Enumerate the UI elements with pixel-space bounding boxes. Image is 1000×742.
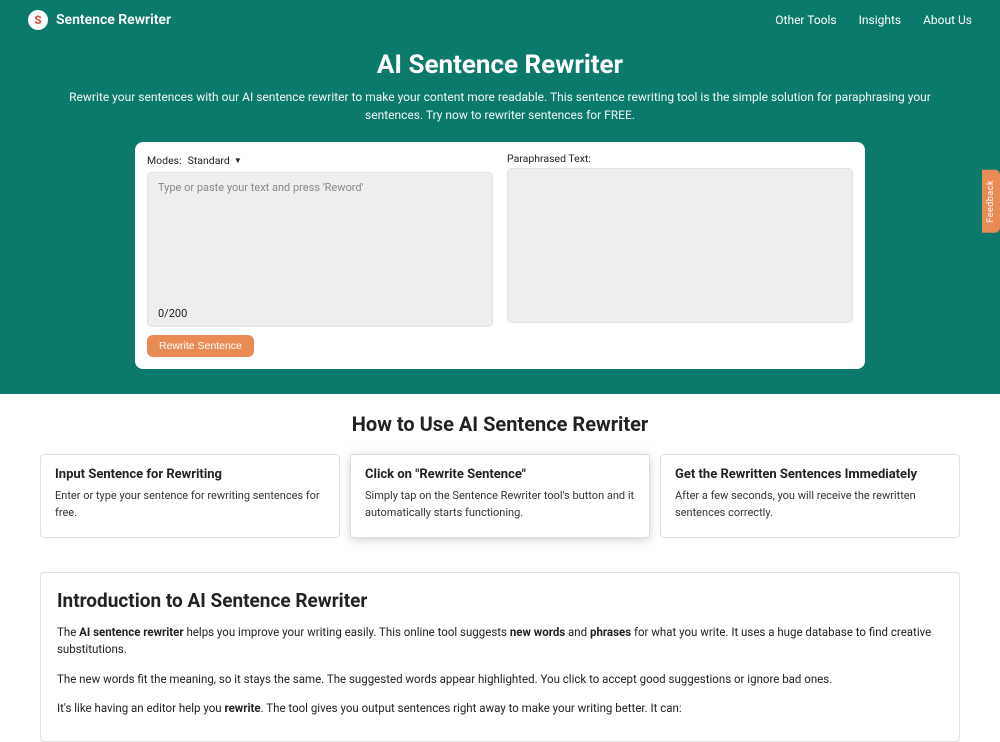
howto-card-2: Click on "Rewrite Sentence" Simply tap o… xyxy=(350,454,650,538)
word-count: 0/200 xyxy=(158,307,187,320)
brand-logo-icon: S xyxy=(28,10,48,30)
hero-section: S Sentence Rewriter Other Tools Insights… xyxy=(0,0,1000,394)
topbar: S Sentence Rewriter Other Tools Insights… xyxy=(0,0,1000,40)
brand[interactable]: S Sentence Rewriter xyxy=(28,10,171,30)
howto-card-body: Enter or type your sentence for rewritin… xyxy=(55,488,325,521)
feedback-tab[interactable]: Feedback xyxy=(982,170,1000,233)
intro-p1: The AI sentence rewriter helps you impro… xyxy=(57,624,943,659)
howto-card-heading: Get the Rewritten Sentences Immediately xyxy=(675,467,945,482)
modes-row: Modes: Standard ▼ xyxy=(147,152,493,168)
howto-card-body: After a few seconds, you will receive th… xyxy=(675,488,945,521)
intro-heading: Introduction to AI Sentence Rewriter xyxy=(57,589,943,612)
howto-title: How to Use AI Sentence Rewriter xyxy=(40,412,960,436)
howto-card-heading: Input Sentence for Rewriting xyxy=(55,467,325,482)
output-column: Paraphrased Text: xyxy=(507,152,853,357)
output-label: Paraphrased Text: xyxy=(507,152,853,168)
page-subtitle: Rewrite your sentences with our AI sente… xyxy=(60,88,940,124)
howto-card-3: Get the Rewritten Sentences Immediately … xyxy=(660,454,960,538)
nav-other-tools[interactable]: Other Tools xyxy=(775,13,836,27)
howto-card-1: Input Sentence for Rewriting Enter or ty… xyxy=(40,454,340,538)
mode-selected: Standard xyxy=(188,154,230,167)
input-column: Modes: Standard ▼ Type or paste your tex… xyxy=(147,152,493,357)
input-textarea[interactable]: Type or paste your text and press 'Rewor… xyxy=(147,172,493,327)
intro-p3: It's like having an editor help you rewr… xyxy=(57,700,943,717)
nav-links: Other Tools Insights About Us xyxy=(775,13,972,27)
intro-section: Introduction to AI Sentence Rewriter The… xyxy=(40,572,960,742)
page-title: AI Sentence Rewriter xyxy=(0,50,1000,80)
rewrite-button[interactable]: Rewrite Sentence xyxy=(147,335,254,357)
tool-card: Modes: Standard ▼ Type or paste your tex… xyxy=(135,142,865,369)
howto-card-heading: Click on "Rewrite Sentence" xyxy=(365,467,635,482)
modes-label: Modes: xyxy=(147,154,182,167)
output-textarea xyxy=(507,168,853,323)
intro-p2: The new words fit the meaning, so it sta… xyxy=(57,671,943,688)
nav-insights[interactable]: Insights xyxy=(859,13,901,27)
nav-about[interactable]: About Us xyxy=(923,13,972,27)
howto-section: How to Use AI Sentence Rewriter Input Se… xyxy=(0,394,1000,548)
mode-dropdown[interactable]: Standard ▼ xyxy=(188,154,242,167)
chevron-down-icon: ▼ xyxy=(234,156,242,165)
howto-card-body: Simply tap on the Sentence Rewriter tool… xyxy=(365,488,635,521)
brand-name: Sentence Rewriter xyxy=(56,12,171,28)
input-placeholder: Type or paste your text and press 'Rewor… xyxy=(158,181,364,194)
howto-cards: Input Sentence for Rewriting Enter or ty… xyxy=(40,454,960,538)
